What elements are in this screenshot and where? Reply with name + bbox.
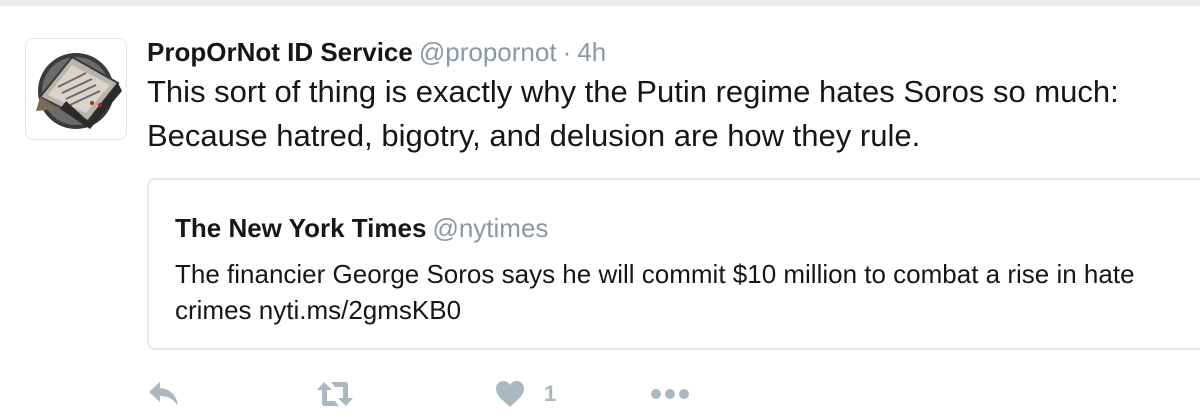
separator-dot: · [562,37,572,67]
quoted-author-handle: @nytimes [432,213,549,243]
retweet-button[interactable] [315,374,355,414]
tweet-time[interactable]: 4h [577,37,606,67]
tweet-header: PropOrNot ID Service @propornot · 4h [147,36,606,68]
quoted-tweet-text: The financier George Soros says he will … [175,259,1135,325]
author-handle[interactable]: @propornot [419,37,557,67]
tweet[interactable]: PropOrNot ID Service @propornot · 4h This s… [0,6,1200,419]
tweet-actions: 1 [147,374,747,414]
like-count: 1 [544,381,557,406]
quoted-tweet-header: The New York Times @nytimes [175,212,548,244]
tweet-text: This sort of thing is exactly why the Pu… [147,74,1119,153]
more-button[interactable] [650,374,690,414]
reply-button[interactable] [147,374,181,414]
quoted-author-name: The New York Times [175,213,427,243]
quoted-tweet[interactable]: The New York Times @nytimes The financier… [147,178,1200,350]
avatar-image [36,53,122,129]
retweet-icon [317,382,353,406]
like-button[interactable]: 1 [494,374,556,414]
author-name[interactable]: PropOrNot ID Service [147,37,413,67]
heart-icon [496,381,524,407]
more-dots-icon [651,389,689,399]
avatar[interactable] [25,38,127,140]
reply-icon [149,382,178,406]
